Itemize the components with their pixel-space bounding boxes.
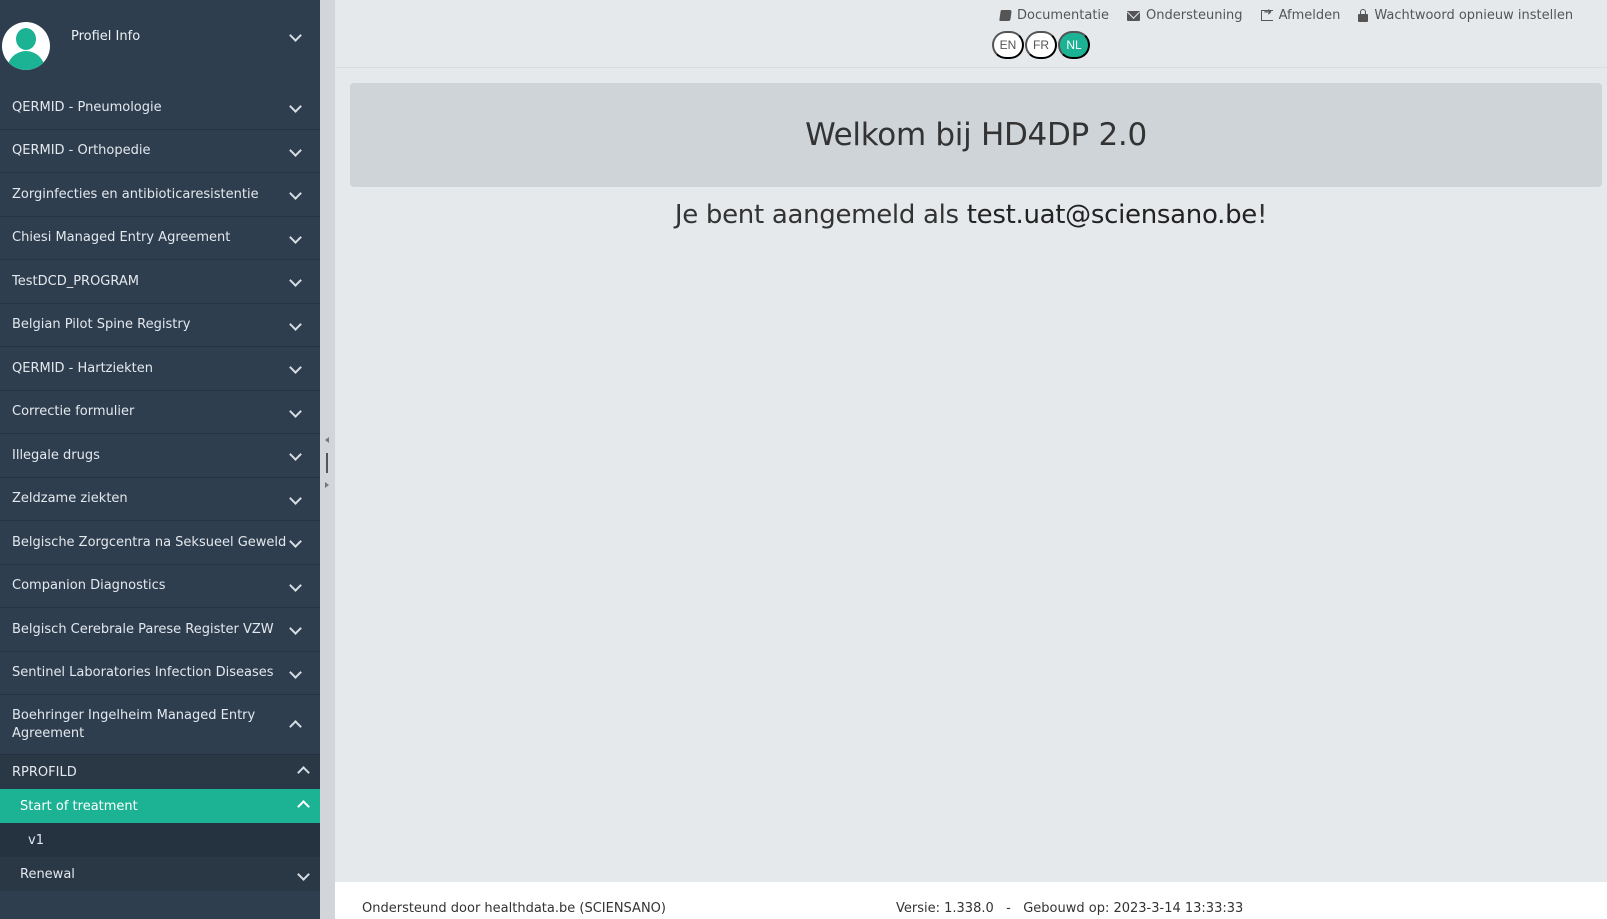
sidebar-item-label: Sentinel Laboratories Infection Diseases bbox=[12, 665, 274, 681]
sidebar-subitem-label: v1 bbox=[28, 832, 44, 848]
avatar bbox=[2, 22, 50, 70]
logged-in-suffix: ! bbox=[1257, 200, 1268, 230]
sidebar-subitem-label: Renewal bbox=[20, 866, 75, 882]
grip-icon bbox=[326, 453, 328, 473]
sidebar-item-qermid-orthopedie[interactable]: QERMID - Orthopedie bbox=[0, 130, 320, 173]
language-en-button[interactable]: EN bbox=[992, 31, 1024, 59]
logout-link[interactable]: Afmelden bbox=[1260, 7, 1341, 23]
expand-right-icon bbox=[325, 482, 329, 488]
language-switcher: EN FR NL bbox=[992, 31, 1090, 59]
documentation-label: Documentatie bbox=[1017, 8, 1110, 23]
sidebar-item-label: QERMID - Orthopedie bbox=[12, 143, 151, 159]
footer-version: Versie: 1.338.0 - Gebouwd op: 2023-3-14 … bbox=[896, 901, 1244, 916]
welcome-banner: Welkom bij HD4DP 2.0 bbox=[350, 83, 1602, 187]
chevron-down-icon bbox=[289, 578, 302, 592]
sidebar-item-zorginfecties[interactable]: Zorginfecties en antibioticaresistentie bbox=[0, 173, 320, 217]
chevron-up-icon bbox=[297, 766, 310, 779]
reset-password-link[interactable]: Wachtwoord opnieuw instellen bbox=[1358, 8, 1573, 23]
language-fr-button[interactable]: FR bbox=[1025, 31, 1057, 59]
support-link[interactable]: Ondersteuning bbox=[1127, 8, 1243, 23]
sidebar-item-label: Belgian Pilot Spine Registry bbox=[12, 317, 191, 333]
sidebar-item-sentinel-labs[interactable]: Sentinel Laboratories Infection Diseases bbox=[0, 652, 320, 695]
sidebar-item-label: Correctie formulier bbox=[12, 404, 135, 420]
chevron-down-icon bbox=[289, 665, 302, 679]
sidebar-item-label: TestDCD_PROGRAM bbox=[12, 273, 139, 289]
chevron-down-icon bbox=[289, 361, 302, 374]
chevron-down-icon bbox=[289, 230, 302, 244]
top-links: Documentatie Ondersteuning Afmelden Wach… bbox=[999, 7, 1573, 23]
footer: Ondersteund door healthdata.be (SCIENSAN… bbox=[335, 882, 1607, 919]
sidebar-item-boehringer[interactable]: Boehringer Ingelheim Managed Entry Agree… bbox=[0, 695, 320, 755]
sidebar-resize-handle[interactable] bbox=[320, 0, 335, 919]
chevron-up-icon bbox=[297, 800, 310, 813]
main-content: Documentatie Ondersteuning Afmelden Wach… bbox=[335, 0, 1607, 919]
sidebar-item-label: QERMID - Pneumologie bbox=[12, 99, 162, 115]
book-icon bbox=[999, 10, 1012, 21]
chevron-down-icon bbox=[289, 100, 302, 113]
sidebar-item-spine-registry[interactable]: Belgian Pilot Spine Registry bbox=[0, 304, 320, 347]
logout-label: Afmelden bbox=[1278, 8, 1341, 23]
sidebar-item-label: Chiesi Managed Entry Agreement bbox=[12, 230, 231, 246]
profile-info-toggle[interactable]: Profiel Info bbox=[0, 0, 320, 86]
sidebar-subitem-rprofild[interactable]: RPROFILD bbox=[0, 755, 320, 789]
sidebar-item-label: Boehringer Ingelheim Managed Entry Agree… bbox=[12, 707, 256, 741]
chevron-down-icon bbox=[289, 143, 302, 157]
sidebar-item-zeldzame-ziekten[interactable]: Zeldzame ziekten bbox=[0, 478, 320, 521]
chevron-down-icon bbox=[289, 187, 302, 200]
sidebar-subitem-start-of-treatment[interactable]: Start of treatment bbox=[0, 789, 320, 823]
collapse-left-icon bbox=[325, 437, 329, 443]
sidebar-item-label: Zorginfecties en antibioticaresistentie bbox=[12, 186, 259, 202]
envelope-icon bbox=[1127, 10, 1141, 21]
chevron-down-icon bbox=[289, 274, 302, 287]
sidebar-item-label: Belgisch Cerebrale Parese Register VZW bbox=[12, 621, 274, 637]
sidebar-subitem-label: Start of treatment bbox=[20, 798, 138, 814]
reset-password-label: Wachtwoord opnieuw instellen bbox=[1374, 8, 1574, 23]
sidebar-item-cerebrale-parese[interactable]: Belgisch Cerebrale Parese Register VZW bbox=[0, 608, 320, 652]
lock-icon bbox=[1358, 8, 1369, 22]
sidebar-subitem-renewal[interactable]: Renewal bbox=[0, 857, 320, 891]
sidebar-item-label: QERMID - Hartziekten bbox=[12, 360, 153, 376]
chevron-down-icon bbox=[289, 317, 302, 331]
top-bar: Documentatie Ondersteuning Afmelden Wach… bbox=[335, 0, 1607, 68]
chevron-down-icon bbox=[289, 622, 302, 635]
logged-in-message: Je bent aangemeld als test.uat@sciensano… bbox=[335, 200, 1607, 230]
sidebar-item-qermid-pneumologie[interactable]: QERMID - Pneumologie bbox=[0, 86, 320, 130]
chevron-down-icon bbox=[289, 491, 302, 505]
sidebar-item-label: Companion Diagnostics bbox=[12, 578, 166, 594]
chevron-down-icon bbox=[289, 448, 302, 461]
sidebar-item-label: Belgische Zorgcentra na Seksueel Geweld bbox=[12, 534, 287, 550]
chevron-down-icon bbox=[289, 29, 302, 42]
sidebar-item-label: Illegale drugs bbox=[12, 447, 100, 463]
sidebar-item-correctie-formulier[interactable]: Correctie formulier bbox=[0, 391, 320, 434]
user-email: test.uat@sciensano.be bbox=[966, 200, 1258, 230]
sidebar-submenu: RPROFILD Start of treatment v1 Renewal bbox=[0, 755, 320, 891]
chevron-down-icon bbox=[289, 404, 302, 418]
documentation-link[interactable]: Documentatie bbox=[999, 8, 1110, 23]
sidebar-item-label: Zeldzame ziekten bbox=[12, 491, 128, 507]
footer-supported-by: Ondersteund door healthdata.be (SCIENSAN… bbox=[362, 901, 666, 916]
sidebar-item-testdcd[interactable]: TestDCD_PROGRAM bbox=[0, 260, 320, 304]
chevron-down-icon bbox=[289, 535, 302, 548]
sidebar-item-chiesi[interactable]: Chiesi Managed Entry Agreement bbox=[0, 217, 320, 260]
sidebar-subitem-label: RPROFILD bbox=[12, 764, 77, 780]
support-label: Ondersteuning bbox=[1146, 8, 1243, 23]
chevron-down-icon bbox=[297, 868, 310, 881]
sidebar-item-companion-diagnostics[interactable]: Companion Diagnostics bbox=[0, 565, 320, 608]
language-nl-button[interactable]: NL bbox=[1058, 31, 1090, 59]
logout-icon bbox=[1260, 7, 1273, 21]
sidebar-subitem-v1[interactable]: v1 bbox=[0, 823, 320, 857]
sidebar-item-illegale-drugs[interactable]: Illegale drugs bbox=[0, 434, 320, 478]
sidebar-item-qermid-hartziekten[interactable]: QERMID - Hartziekten bbox=[0, 347, 320, 391]
profile-info-label: Profiel Info bbox=[71, 29, 141, 44]
sidebar: Profiel Info QERMID - Pneumologie QERMID… bbox=[0, 0, 320, 919]
logged-in-prefix: Je bent aangemeld als bbox=[674, 200, 967, 230]
welcome-title: Welkom bij HD4DP 2.0 bbox=[805, 117, 1147, 153]
chevron-up-icon bbox=[289, 720, 302, 733]
sidebar-item-zorgcentra[interactable]: Belgische Zorgcentra na Seksueel Geweld bbox=[0, 521, 320, 565]
